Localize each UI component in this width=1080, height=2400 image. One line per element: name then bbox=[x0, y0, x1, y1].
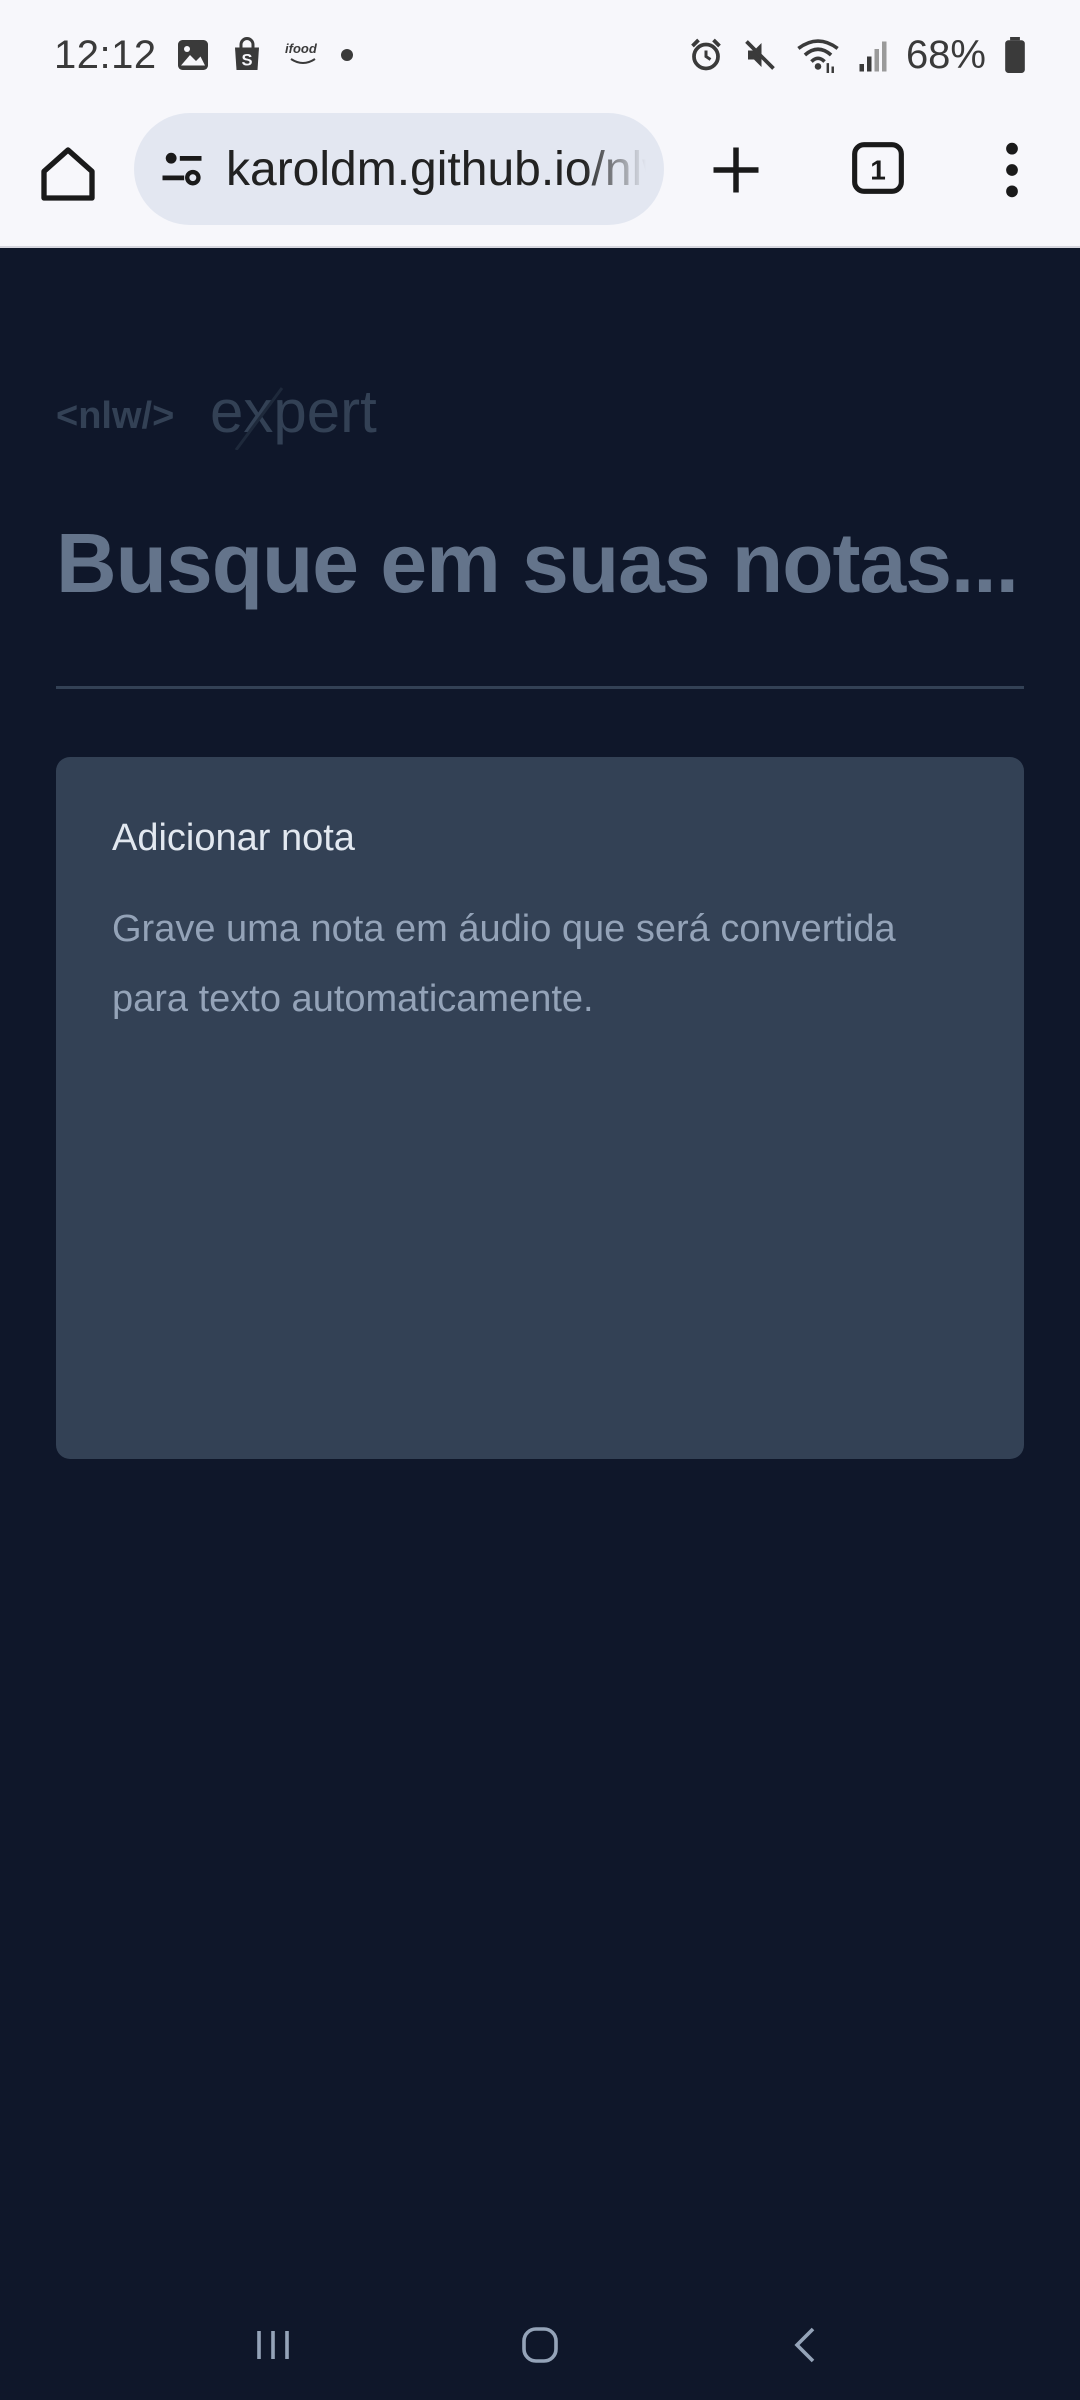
divider bbox=[56, 686, 1024, 689]
dot-icon bbox=[340, 49, 353, 61]
home-button[interactable] bbox=[36, 142, 100, 206]
home-circle-icon bbox=[522, 2327, 558, 2363]
signal-icon bbox=[858, 37, 888, 73]
wifi-icon bbox=[796, 37, 840, 73]
back-button[interactable] bbox=[762, 2300, 852, 2390]
add-note-card[interactable]: Adicionar nota Grave uma nota em áudio q… bbox=[56, 757, 1024, 1459]
logo-right: expert bbox=[210, 380, 377, 445]
svg-text:S: S bbox=[241, 52, 252, 70]
overflow-menu-button[interactable] bbox=[994, 138, 1030, 202]
plus-icon bbox=[713, 147, 759, 193]
note-card-description: Grave uma nota em áudio que será convert… bbox=[112, 908, 896, 1020]
status-right: 68% bbox=[688, 33, 1026, 78]
logo-left: <nlw/> bbox=[56, 395, 174, 437]
system-nav-bar bbox=[0, 2290, 1080, 2400]
recents-icon bbox=[257, 2331, 290, 2359]
url-text[interactable]: karoldm.github.io/nlw-expert bbox=[226, 142, 646, 197]
home-nav-button[interactable] bbox=[495, 2300, 585, 2390]
browser-toolbar: karoldm.github.io/nlw-expert 1 bbox=[0, 110, 1080, 248]
tabs-icon: 1 bbox=[852, 142, 904, 194]
shopping-bag-icon: S bbox=[229, 37, 265, 73]
mute-icon bbox=[742, 37, 778, 73]
recent-apps-button[interactable] bbox=[228, 2300, 318, 2390]
image-icon bbox=[175, 37, 211, 73]
more-vert-icon bbox=[1006, 142, 1018, 198]
tab-count: 1 bbox=[870, 155, 886, 186]
ifood-label: ifood bbox=[285, 41, 318, 56]
ifood-icon: ifood bbox=[283, 37, 323, 73]
nlw-expert-logo: <nlw/> expert bbox=[56, 378, 416, 451]
home-icon bbox=[41, 147, 95, 201]
status-bar: 12:12 S ifood 68% bbox=[0, 0, 1080, 110]
battery-percent: 68% bbox=[905, 32, 986, 77]
back-icon bbox=[794, 2327, 814, 2363]
tab-switcher-button[interactable]: 1 bbox=[850, 140, 906, 196]
alarm-icon bbox=[688, 37, 724, 73]
site-settings-icon[interactable] bbox=[156, 143, 208, 195]
address-bar[interactable]: karoldm.github.io/nlw-expert bbox=[134, 113, 664, 225]
status-left: 12:12 S ifood bbox=[54, 33, 353, 78]
note-card-title: Adicionar nota bbox=[112, 817, 355, 859]
search-input[interactable]: Busque em suas notas... bbox=[56, 515, 1036, 612]
battery-icon bbox=[1004, 37, 1026, 73]
status-time: 12:12 bbox=[54, 32, 157, 77]
web-page: <nlw/> expert Busque em suas notas... Ad… bbox=[0, 250, 1080, 2290]
new-tab-button[interactable] bbox=[706, 140, 766, 200]
